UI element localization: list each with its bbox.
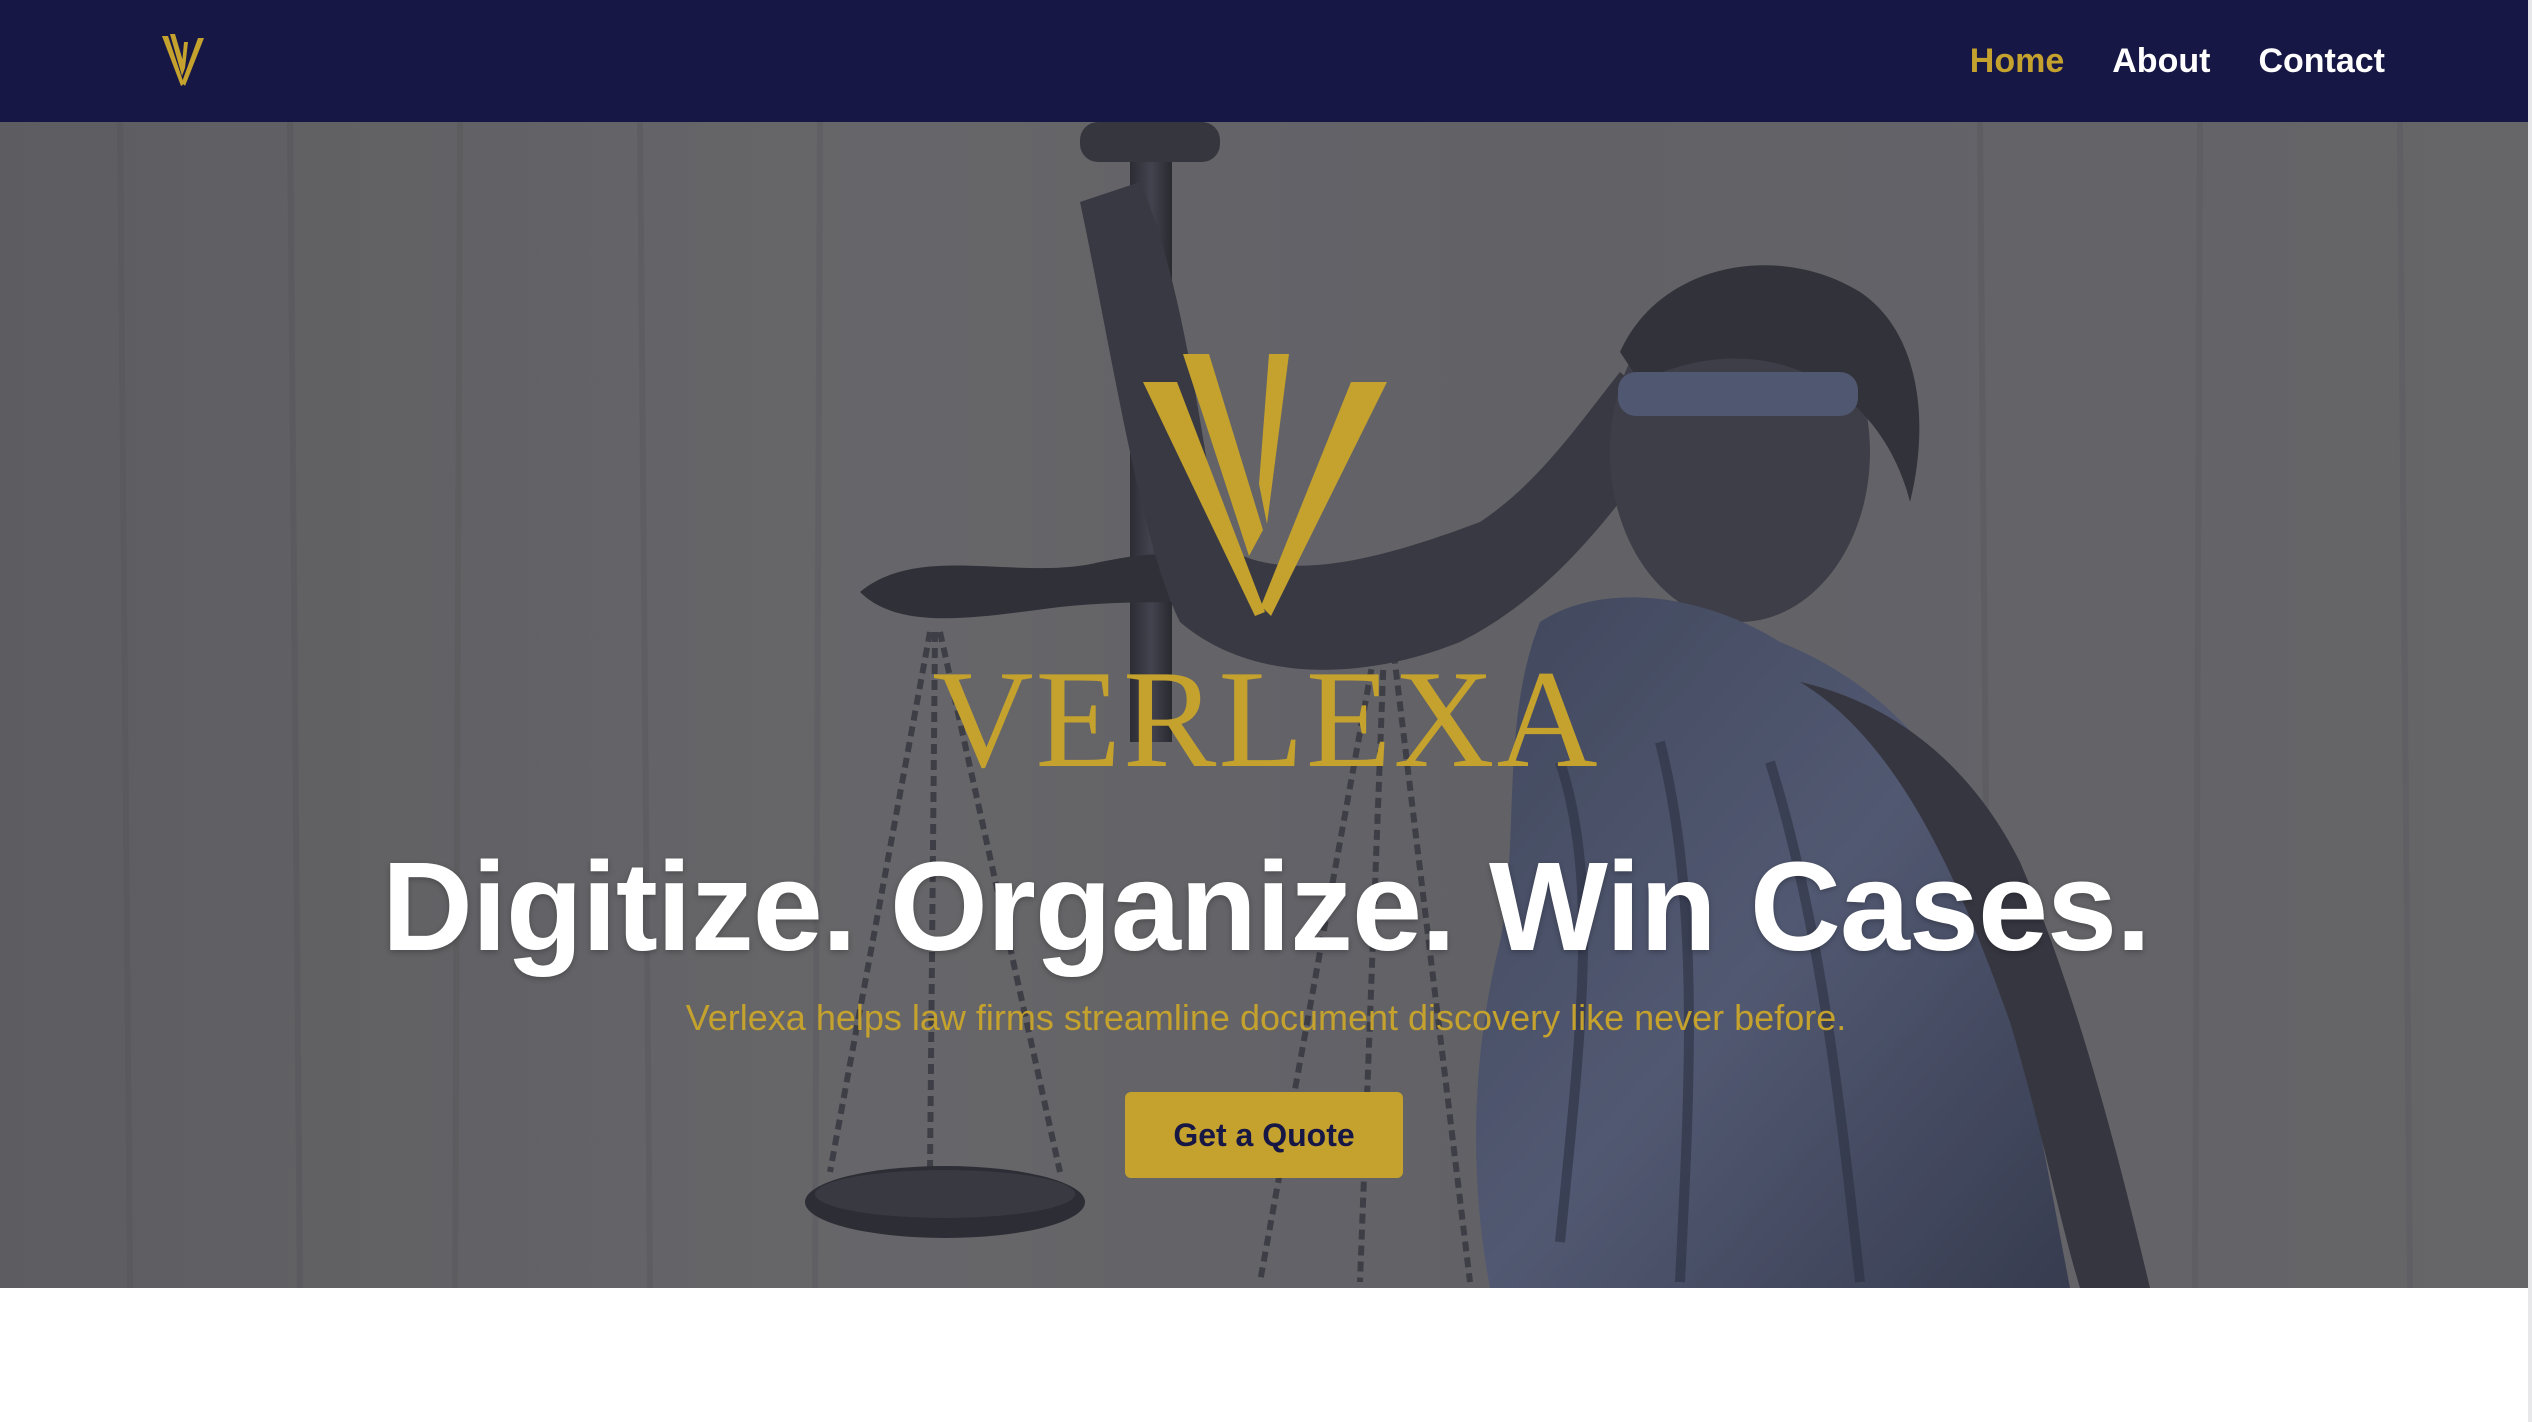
hero-headline: Digitize. Organize. Win Cases. — [381, 836, 2151, 977]
verlexa-v-logo-icon — [162, 34, 204, 86]
main-nav: Home About Contact — [1970, 0, 2385, 122]
get-quote-button[interactable]: Get a Quote — [1125, 1092, 1403, 1178]
nav-link-about[interactable]: About — [2112, 42, 2210, 81]
hero-wordmark: VERLEXA — [932, 642, 1600, 797]
page-scrollbar-track[interactable] — [2528, 0, 2532, 1422]
hero-subtitle: Verlexa helps law firms streamline docum… — [685, 997, 1847, 1038]
nav-link-contact[interactable]: Contact — [2258, 42, 2385, 81]
top-navbar: Home About Contact — [0, 0, 2532, 122]
landing-page: Home About Contact VERLEXA Digitize. Org… — [0, 0, 2532, 1422]
home-logo-link[interactable] — [160, 32, 206, 88]
hero-section: VERLEXA Digitize. Organize. Win Cases. V… — [0, 122, 2532, 1288]
nav-link-home[interactable]: Home — [1970, 42, 2064, 81]
verlexa-v-logo-icon — [1143, 354, 1387, 616]
